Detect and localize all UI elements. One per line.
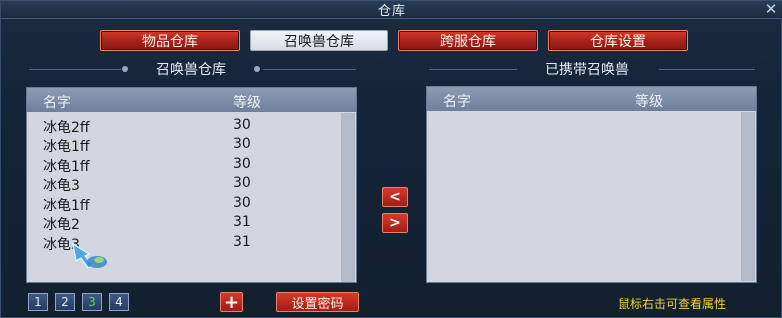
pet-level: 30 (233, 136, 251, 152)
list-item[interactable]: 冰龟1ff 30 (27, 193, 342, 214)
column-header-level: 等级 (233, 95, 261, 111)
list-item[interactable]: 冰龟2 31 (27, 212, 342, 233)
divider-line (659, 69, 755, 70)
page-button-2[interactable]: 2 (55, 293, 75, 311)
list-item[interactable]: 冰龟1ff 30 (27, 134, 342, 155)
list-item[interactable]: 冰龟3 30 (27, 173, 342, 194)
pet-name: 冰龟2 (43, 217, 80, 233)
pet-level: 30 (233, 156, 251, 172)
column-header-level: 等级 (635, 94, 663, 110)
pet-level: 31 (233, 234, 251, 250)
list-item[interactable]: 冰龟1ff 30 (27, 154, 342, 175)
add-page-button[interactable]: + (220, 292, 243, 313)
divider-dot (254, 66, 260, 72)
left-section-title: 召唤兽仓库 (156, 62, 226, 78)
pet-level: 30 (233, 175, 251, 191)
divider-line (263, 69, 356, 70)
set-password-button[interactable]: 设置密码 (276, 292, 359, 312)
page-button-3[interactable]: 3 (82, 293, 102, 311)
pet-level: 30 (233, 195, 251, 211)
pet-name: 冰龟1ff (43, 139, 90, 155)
list-header: 名字 等级 (27, 88, 356, 112)
divider-dot (122, 66, 128, 72)
pet-level: 30 (233, 117, 251, 133)
close-icon[interactable]: ✕ (763, 1, 779, 17)
warehouse-window: 仓库 ✕ 物品仓库 召唤兽仓库 跨服仓库 仓库设置 召唤兽仓库 已携带召唤兽 名… (0, 0, 782, 318)
divider-line (29, 69, 121, 70)
page-button-1[interactable]: 1 (28, 293, 48, 311)
scrollbar[interactable] (741, 112, 755, 281)
window-title: 仓库 (377, 4, 406, 19)
carried-summon-list: 名字 等级 (426, 86, 757, 283)
mouse-cursor-icon (72, 242, 107, 269)
list-header: 名字 等级 (427, 87, 756, 111)
move-right-button[interactable]: > (382, 213, 408, 233)
tab-cross-server[interactable]: 跨服仓库 (398, 30, 538, 51)
tab-summon-warehouse[interactable]: 召唤兽仓库 (250, 30, 388, 51)
right-section-title: 已携带召唤兽 (545, 62, 629, 78)
tab-warehouse-settings[interactable]: 仓库设置 (548, 30, 688, 51)
list-item[interactable]: 冰龟2ff 30 (27, 115, 342, 136)
page-button-4[interactable]: 4 (109, 293, 129, 311)
column-header-name: 名字 (443, 94, 471, 110)
scrollbar[interactable] (341, 113, 355, 282)
tab-items[interactable]: 物品仓库 (100, 30, 240, 51)
title-bar[interactable]: 仓库 ✕ (1, 1, 782, 19)
pet-level: 31 (233, 214, 251, 230)
right-click-hint: 鼠标右击可查看属性 (618, 297, 727, 311)
column-header-name: 名字 (43, 95, 71, 111)
divider-line (429, 69, 517, 70)
pet-name: 冰龟3 (43, 178, 80, 194)
move-left-button[interactable]: < (382, 187, 408, 207)
